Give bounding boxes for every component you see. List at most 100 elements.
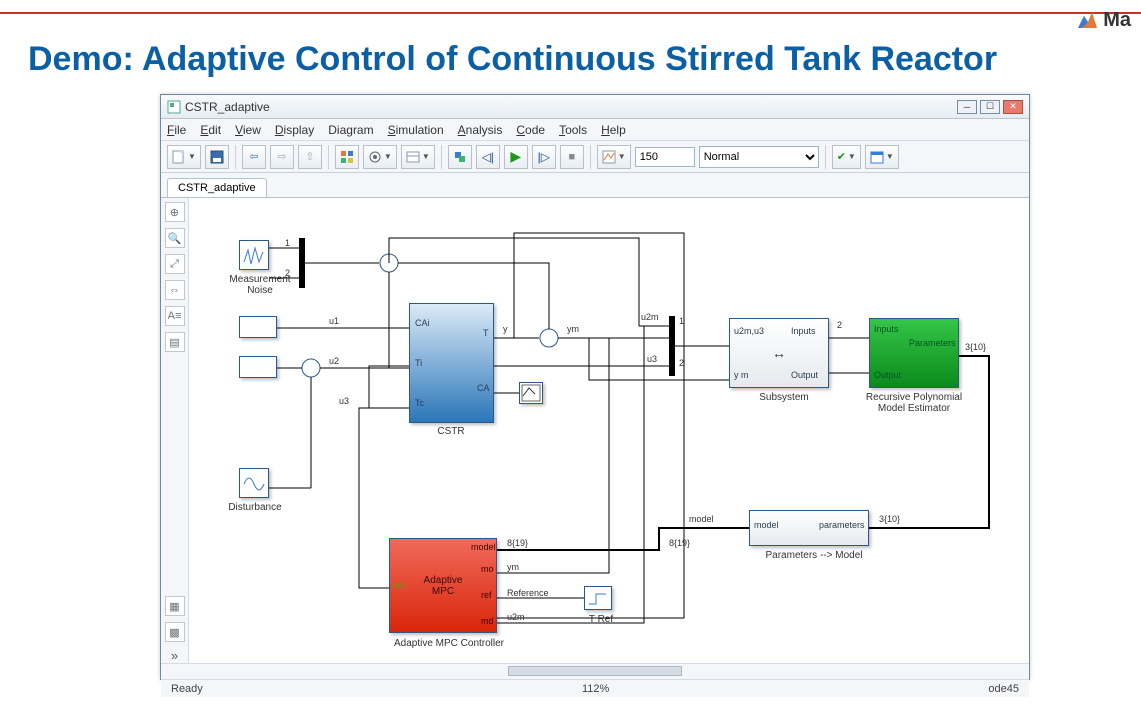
new-model-button[interactable]: ▼	[167, 145, 201, 169]
palette-annot-icon[interactable]: A≡	[165, 306, 185, 326]
port-cstr-tc: Tc	[415, 398, 424, 408]
caption-subsystem: Subsystem	[749, 392, 819, 403]
status-bar: Ready 112% ode45	[161, 679, 1029, 697]
caption-tref: T Ref	[581, 614, 621, 625]
matlab-icon	[1075, 8, 1099, 32]
caption-estimator: Recursive Polynomial Model Estimator	[849, 392, 979, 414]
menu-display[interactable]: Display	[275, 123, 314, 137]
mux-mid-1: 1	[679, 316, 684, 326]
port-est-in2: Output	[874, 370, 901, 380]
sim-mode-select[interactable]: Normal	[699, 146, 819, 168]
port-cstr-cai: CAi	[415, 318, 430, 328]
sig-ym2: ym	[507, 562, 519, 572]
caption-cstr: CSTR	[421, 426, 481, 437]
menu-analysis[interactable]: Analysis	[458, 123, 503, 137]
menu-code[interactable]: Code	[516, 123, 545, 137]
block-noise[interactable]	[239, 240, 269, 270]
menu-tools[interactable]: Tools	[559, 123, 587, 137]
window-title: CSTR_adaptive	[185, 100, 270, 114]
titlebar[interactable]: CSTR_adaptive ─ ☐ ✕	[161, 95, 1029, 119]
library-button[interactable]	[335, 145, 359, 169]
toolbar: ▼ ⇦ ⇨ ⇧ ▼ ▼ ◁| ▶ |▷ ■ ▼ Normal ✔▼ ▼	[161, 141, 1029, 173]
maximize-button[interactable]: ☐	[980, 100, 1000, 114]
status-center: 112%	[203, 683, 989, 695]
brand-text: Ma	[1103, 9, 1131, 32]
est-intop: 2	[837, 320, 842, 330]
menubar: File Edit View Display Diagram Simulatio…	[161, 119, 1029, 141]
sim-stop-time-input[interactable]	[635, 147, 695, 167]
palette-pan-icon[interactable]: ⇔	[165, 280, 185, 300]
menu-help[interactable]: Help	[601, 123, 626, 137]
port-est-out: Parameters	[909, 338, 956, 348]
simulink-window: CSTR_adaptive ─ ☐ ✕ File Edit View Displ…	[160, 94, 1030, 680]
config-button[interactable]: ▼	[363, 145, 397, 169]
mux-port-2: 2	[285, 268, 290, 278]
palette: ⊕ 🔍 ⤢ ⇔ A≡ ▤ ▦ ▩ »	[161, 198, 189, 663]
signal-u1: u1	[329, 316, 339, 326]
caption-ampc: Adaptive MPC Controller	[379, 638, 519, 649]
palette-fit-icon[interactable]: ⤢	[165, 254, 185, 274]
mux-mid-2: 2	[679, 358, 684, 368]
palette-expand-icon[interactable]: »	[171, 648, 178, 663]
caption-disturbance: Disturbance	[225, 502, 285, 513]
stop-button[interactable]: ■	[560, 145, 584, 169]
signal-u2m: u2m	[641, 312, 659, 322]
port-cstr-t: T	[483, 328, 489, 338]
palette-zoom-icon[interactable]: 🔍	[165, 228, 185, 248]
mux-port-1: 1	[285, 238, 290, 248]
port-ampc-mv: mv	[393, 580, 405, 590]
menu-simulation[interactable]: Simulation	[388, 123, 444, 137]
menu-view[interactable]: View	[235, 123, 261, 137]
page-title: Demo: Adaptive Control of Continuous Sti…	[28, 40, 997, 79]
port-p2m-out: model	[754, 520, 779, 530]
port-ampc-ref: ref	[481, 590, 492, 600]
close-button[interactable]: ✕	[1003, 100, 1023, 114]
palette-add-icon[interactable]: ⊕	[165, 202, 185, 222]
step-forward-button[interactable]: |▷	[532, 145, 556, 169]
block-scope-ca[interactable]	[519, 382, 543, 404]
menu-edit[interactable]: Edit	[200, 123, 221, 137]
p2m-out-label: model	[689, 514, 714, 524]
model-icon	[167, 100, 181, 114]
back-button[interactable]: ⇦	[242, 145, 266, 169]
block-tref[interactable]	[584, 586, 612, 610]
run-button[interactable]: ▶	[504, 145, 528, 169]
bus-back-top: 8{19}	[507, 538, 528, 548]
port-sub-in1: u2m,u3	[734, 326, 764, 336]
palette-b2-icon[interactable]: ▩	[165, 622, 185, 642]
status-right: ode45	[988, 683, 1019, 695]
block-const-u1[interactable]	[239, 316, 277, 338]
signal-u3: u3	[339, 396, 349, 406]
check-button[interactable]: ✔▼	[832, 145, 861, 169]
scope-button[interactable]: ▼	[597, 145, 631, 169]
menu-diagram[interactable]: Diagram	[328, 123, 373, 137]
build-button[interactable]	[448, 145, 472, 169]
model-explorer-button[interactable]: ▼	[401, 145, 435, 169]
signal-u2: u2	[329, 356, 339, 366]
port-p2m-in: parameters	[819, 520, 865, 530]
forward-button[interactable]: ⇨	[270, 145, 294, 169]
horizontal-scrollbar[interactable]	[161, 663, 1029, 679]
palette-image-icon[interactable]: ▤	[165, 332, 185, 352]
signal-ym: ym	[567, 324, 579, 334]
palette-b1-icon[interactable]: ▦	[165, 596, 185, 616]
status-left: Ready	[171, 683, 203, 695]
up-button[interactable]: ⇧	[298, 145, 322, 169]
bus-back-bot: 8{19}	[669, 538, 690, 548]
schedule-button[interactable]: ▼	[865, 145, 899, 169]
signal-u3b: u3	[647, 354, 657, 364]
canvas[interactable]: Measurement Noise 1 2 u1 u2 Disturbance …	[189, 198, 1029, 663]
port-est-in1: Inputs	[874, 324, 899, 334]
minimize-button[interactable]: ─	[957, 100, 977, 114]
save-button[interactable]	[205, 145, 229, 169]
port-cstr-ti: Ti	[415, 358, 422, 368]
step-back-button[interactable]: ◁|	[476, 145, 500, 169]
block-const-u2[interactable]	[239, 356, 277, 378]
port-ampc-mo: mo	[481, 564, 494, 574]
port-sub-out1: Inputs	[791, 326, 816, 336]
tabstrip: CSTR_adaptive	[161, 173, 1029, 197]
tab-model[interactable]: CSTR_adaptive	[167, 178, 267, 197]
port-sub-out2: Output	[791, 370, 818, 380]
menu-file[interactable]: File	[167, 123, 186, 137]
block-disturbance[interactable]	[239, 468, 269, 498]
